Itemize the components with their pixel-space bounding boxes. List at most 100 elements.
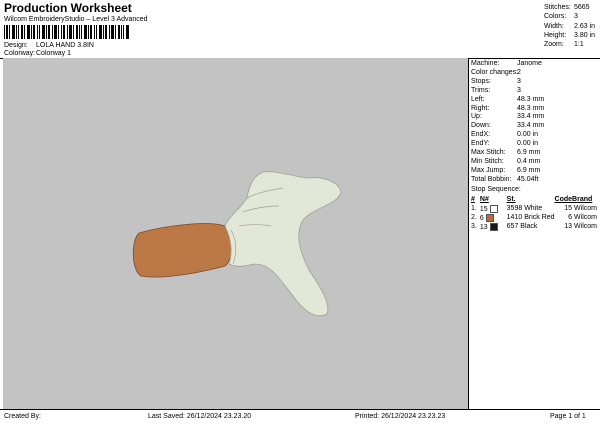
info-value: 45.04ft (517, 175, 539, 183)
design-label: Design: (4, 42, 28, 49)
needle-number: 15 (479, 205, 488, 213)
stat-stitches: Stitches: 5665 (544, 3, 595, 12)
stat-width: Width: 2.63 in (544, 22, 595, 31)
thread-code: 3598 (506, 205, 523, 212)
info-label: Stops: (471, 77, 491, 85)
info-label: Down: (471, 122, 491, 130)
info-label: Machine: (471, 60, 500, 67)
col-header: St. (506, 196, 516, 203)
embroidery-design (132, 171, 342, 317)
thread-code: 1410 (506, 214, 523, 221)
info-row: Trims: 3 (471, 87, 544, 96)
info-label: Min Stitch: (471, 157, 504, 165)
info-label: Total Bobbin: (471, 175, 512, 183)
info-row: Color changes:2 (471, 69, 544, 78)
needle-number: 6 (479, 214, 484, 222)
colorway-label: Colorway: (4, 50, 36, 57)
info-label: Max Jump: (471, 166, 506, 174)
info-row: EndX: 0.00 in (471, 131, 544, 140)
stop-number: 15 (564, 205, 573, 212)
info-row: Up: 33.4 mm (471, 113, 544, 122)
info-value: 0.4 mm (517, 157, 541, 165)
info-row: Min Stitch: 0.4 mm (471, 158, 544, 167)
stat-zoom: Zoom: 1:1 (544, 40, 595, 49)
info-row: Machine: Janome (471, 60, 544, 69)
info-value: 48.3 mm (517, 95, 545, 103)
info-value: 6.9 mm (517, 149, 541, 157)
machine-info: Machine: Janome Color changes:2 Stops: 3 T… (471, 60, 544, 185)
footer-divider (0, 409, 600, 410)
stop-sequence-title: Stop Sequence: (471, 186, 521, 193)
info-value: Janome (517, 60, 542, 67)
info-label: Left: (471, 95, 485, 103)
stat-value: 5665 (574, 4, 590, 11)
color-swatch (485, 213, 494, 222)
col-header: Brand (572, 196, 593, 203)
info-row: Max Stitch: 6.9 mm (471, 149, 544, 158)
info-label: EndX: (471, 131, 491, 139)
stop-number: 13 (564, 223, 573, 230)
arm-shape (132, 223, 233, 278)
stat-label: Width: (544, 22, 564, 30)
design-preview (3, 58, 468, 409)
stop-number: 6 (568, 214, 573, 221)
info-row: Max Jump: 6.9 mm (471, 167, 544, 176)
stat-value: 1:1 (574, 41, 584, 49)
info-row: Down: 33.4 mm (471, 122, 544, 131)
info-value: 2 (517, 68, 521, 76)
table-row: 1. 15 3598 White 15 Wilcom (471, 204, 597, 213)
info-value: 0.00 in (517, 140, 539, 148)
stat-height: Height: 3.80 in (544, 31, 595, 40)
last-saved: Last Saved: 26/12/2024 23.23.20 (148, 413, 252, 420)
printed-date: Printed: 26/12/2024 23.23.23 (355, 413, 446, 420)
page-number: Page 1 of 1 (550, 413, 586, 420)
glove-shape (224, 171, 342, 317)
brand: Wilcom (574, 223, 597, 230)
thread-name: Black (520, 223, 538, 230)
stat-label: Stitches: (544, 4, 571, 11)
stat-value: 2.63 in (574, 22, 596, 30)
stat-value: 3.80 in (574, 31, 596, 39)
info-label: Color changes: (471, 68, 519, 76)
panel-divider (468, 58, 469, 409)
info-value: 33.4 mm (517, 113, 545, 121)
stat-label: Height: (544, 31, 567, 39)
row-index: 1. (471, 205, 477, 212)
colorway-row: Colorway:Colorway 1 (4, 50, 71, 57)
thread-name: Brick Red (524, 214, 555, 221)
info-row: Left: 48.3 mm (471, 96, 544, 105)
info-value: 6.9 mm (517, 166, 541, 174)
design-value: LOLA HAND 3.8IN (36, 42, 94, 49)
info-label: EndY: (471, 140, 490, 148)
page-title: Production Worksheet (4, 1, 132, 15)
stat-label: Colors: (544, 13, 567, 21)
col-header: # (471, 196, 475, 203)
info-row: Right: 48.3 mm (471, 105, 544, 114)
info-label: Up: (471, 113, 482, 121)
info-label: Right: (471, 104, 490, 112)
table-row: 2. 6 1410 Brick Red 6 Wilcom (471, 213, 597, 222)
brand: Wilcom (574, 205, 597, 212)
info-row: EndY: 0.00 in (471, 140, 544, 149)
colorway-value: Colorway 1 (36, 50, 72, 57)
table-row: 3. 13 657 Black 13 Wilcom (471, 222, 597, 231)
info-value: 0.00 in (517, 131, 539, 139)
info-value: 48.3 mm (517, 104, 545, 112)
stat-label: Zoom: (544, 41, 564, 49)
stat-value: 3 (574, 13, 578, 21)
design-name-row: Design: LOLA HAND 3.8IN (4, 42, 94, 49)
row-index: 2. (471, 214, 477, 221)
brand: Wilcom (574, 214, 597, 221)
summary-stats: Stitches: 5665 Colors: 3 Width: 2.63 in Hei… (544, 3, 595, 49)
barcode (4, 25, 129, 39)
col-header: Code (554, 196, 573, 203)
table-header: # N# St. Code Brand (471, 195, 597, 204)
row-index: 3. (471, 223, 477, 230)
thread-name: White (524, 205, 543, 212)
col-header: N# (479, 196, 489, 203)
info-label: Max Stitch: (471, 149, 506, 157)
stop-sequence-table: # N# St. Code Brand 1. 15 3598 White 15 … (471, 195, 597, 231)
info-row: Total Bobbin: 45.04ft (471, 176, 544, 185)
info-value: 3 (517, 77, 521, 85)
created-by: Created By: (4, 413, 41, 420)
